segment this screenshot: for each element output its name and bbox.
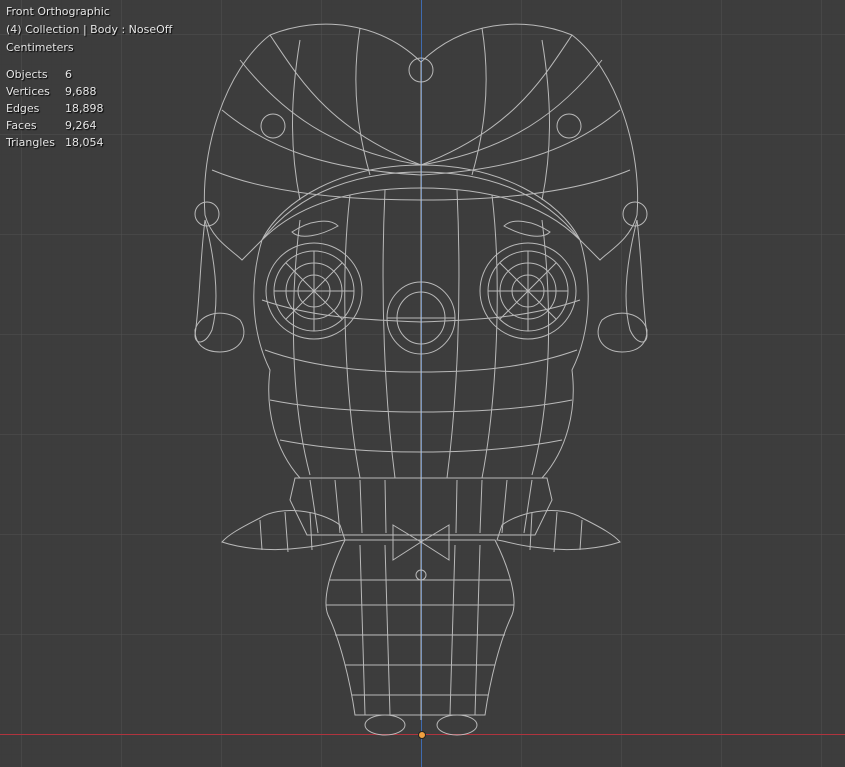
stat-label: Triangles bbox=[6, 136, 55, 149]
hat-ball-left bbox=[260, 113, 286, 139]
scene-statistics: Objects 6 Vertices 9,688 Edges 18,898 Fa… bbox=[6, 66, 104, 151]
stat-value: 18,054 bbox=[65, 136, 104, 149]
stat-value: 6 bbox=[65, 68, 72, 81]
left-foot bbox=[364, 714, 406, 736]
stat-row: Vertices 9,688 bbox=[6, 83, 104, 100]
body-outline bbox=[325, 539, 515, 716]
units-label: Centimeters bbox=[6, 41, 74, 54]
left-arm bbox=[221, 510, 346, 551]
viewport-info: Front Orthographic (4) Collection | Body… bbox=[6, 3, 172, 57]
hat-ball-right bbox=[556, 113, 582, 139]
right-foot bbox=[436, 714, 478, 736]
3d-viewport[interactable]: Front Orthographic (4) Collection | Body… bbox=[0, 0, 845, 767]
stat-row: Edges 18,898 bbox=[6, 100, 104, 117]
view-name: Front Orthographic bbox=[6, 5, 110, 18]
stat-value: 9,688 bbox=[65, 85, 97, 98]
stat-label: Edges bbox=[6, 102, 40, 115]
hat-ball-far-right bbox=[622, 201, 648, 227]
stat-value: 9,264 bbox=[65, 119, 97, 132]
wireframe-mesh[interactable] bbox=[0, 0, 845, 767]
stat-label: Vertices bbox=[6, 85, 50, 98]
object-origin-icon[interactable] bbox=[418, 731, 426, 739]
stat-label: Faces bbox=[6, 119, 37, 132]
stat-row: Faces 9,264 bbox=[6, 117, 104, 134]
stat-row: Objects 6 bbox=[6, 66, 104, 83]
right-arm bbox=[496, 510, 621, 551]
stat-value: 18,898 bbox=[65, 102, 104, 115]
stat-label: Objects bbox=[6, 68, 48, 81]
hat-ball-far-left bbox=[194, 201, 220, 227]
collection-info: (4) Collection | Body : NoseOff bbox=[6, 23, 173, 36]
stat-row: Triangles 18,054 bbox=[6, 134, 104, 151]
